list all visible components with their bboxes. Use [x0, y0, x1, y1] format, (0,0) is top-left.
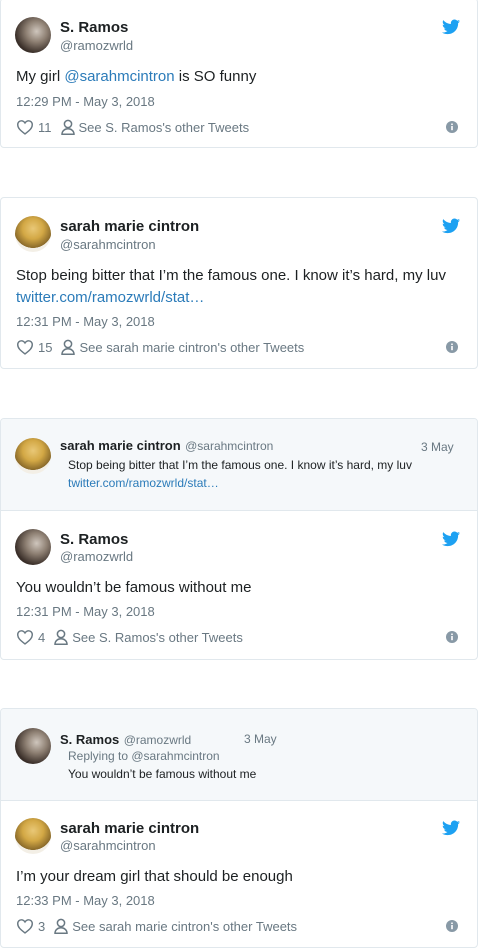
action-bar: 4 See S. Ramos's other Tweets: [16, 629, 243, 645]
quoted-date[interactable]: 3 May: [244, 732, 277, 746]
author-name[interactable]: S. Ramos: [60, 531, 128, 548]
avatar[interactable]: [15, 529, 51, 565]
tweet-text: My girl @sarahmcintron is SO funny: [16, 66, 466, 88]
tweet-text: You wouldn’t be famous without me: [16, 579, 252, 596]
like-count[interactable]: 3: [38, 919, 45, 934]
like-count[interactable]: 11: [38, 120, 52, 135]
quoted-tweet[interactable]: S. Ramos @ramozwrld 3 May Replying to @s…: [1, 709, 477, 801]
timestamp[interactable]: 12:33 PM - May 3, 2018: [16, 893, 155, 908]
heart-icon[interactable]: [16, 629, 34, 645]
avatar[interactable]: [15, 818, 51, 854]
heart-icon[interactable]: [16, 918, 34, 934]
author-name[interactable]: sarah marie cintron: [60, 218, 199, 235]
quoted-tweet[interactable]: sarah marie cintron @sarahmcintron 3 May…: [1, 419, 477, 511]
text-body: Stop being bitter that I’m the famous on…: [16, 267, 446, 284]
quoted-text: Stop being bitter that I’m the famous on…: [68, 456, 468, 492]
like-count[interactable]: 15: [38, 340, 52, 355]
timestamp[interactable]: 12:31 PM - May 3, 2018: [16, 314, 155, 329]
quoted-link[interactable]: twitter.com/ramozwrld/stat…: [68, 476, 219, 490]
info-icon[interactable]: [446, 920, 458, 932]
mention-link[interactable]: @sarahmcintron: [64, 68, 174, 85]
text-suffix: is SO funny: [174, 68, 257, 85]
quoted-author-name[interactable]: S. Ramos: [60, 732, 119, 747]
other-tweets-link[interactable]: See sarah marie cintron's other Tweets: [72, 919, 297, 934]
twitter-bird-icon[interactable]: [442, 820, 460, 836]
avatar[interactable]: [15, 17, 51, 53]
tweet-link[interactable]: twitter.com/ramozwrld/stat…: [16, 289, 204, 306]
tweet-card-2: sarah marie cintron @sarahmcintron Stop …: [0, 197, 478, 369]
author-handle[interactable]: @sarahmcintron: [60, 237, 156, 252]
quoted-text-body: Stop being bitter that I’m the famous on…: [68, 458, 412, 472]
heart-icon[interactable]: [16, 119, 34, 135]
author-handle[interactable]: @ramozwrld: [60, 38, 133, 53]
reply-context[interactable]: Replying to @sarahmcintron: [68, 749, 220, 763]
like-count[interactable]: 4: [38, 630, 45, 645]
other-tweets-link[interactable]: See S. Ramos's other Tweets: [79, 120, 250, 135]
quoted-text: You wouldn’t be famous without me: [68, 767, 257, 781]
quoted-author: sarah marie cintron @sarahmcintron: [60, 437, 273, 455]
info-icon[interactable]: [446, 631, 458, 643]
author-name[interactable]: sarah marie cintron: [60, 820, 199, 837]
info-icon[interactable]: [446, 121, 458, 133]
heart-icon[interactable]: [16, 339, 34, 355]
person-icon: [61, 339, 76, 355]
timestamp[interactable]: 12:29 PM - May 3, 2018: [16, 94, 155, 109]
author-handle[interactable]: @ramozwrld: [60, 549, 133, 564]
other-tweets-link[interactable]: See sarah marie cintron's other Tweets: [79, 340, 304, 355]
avatar[interactable]: [15, 438, 51, 474]
person-icon: [54, 629, 68, 645]
timestamp[interactable]: 12:31 PM - May 3, 2018: [16, 604, 155, 619]
quoted-author-name[interactable]: sarah marie cintron: [60, 438, 181, 453]
quoted-author-handle[interactable]: @sarahmcintron: [185, 439, 273, 453]
author-name[interactable]: S. Ramos: [60, 19, 128, 36]
action-bar: 15 See sarah marie cintron's other Tweet…: [16, 339, 304, 355]
quoted-author: S. Ramos @ramozwrld: [60, 731, 191, 749]
person-icon: [54, 918, 68, 934]
tweet-text: I’m your dream girl that should be enoug…: [16, 868, 293, 885]
twitter-bird-icon[interactable]: [442, 218, 460, 234]
avatar[interactable]: [15, 728, 51, 764]
avatar[interactable]: [15, 216, 51, 252]
author-handle[interactable]: @sarahmcintron: [60, 838, 156, 853]
person-icon: [60, 119, 75, 135]
quoted-date[interactable]: 3 May: [421, 440, 454, 454]
action-bar: 11 See S. Ramos's other Tweets: [16, 119, 249, 135]
twitter-bird-icon[interactable]: [442, 19, 460, 35]
tweet-card-4: S. Ramos @ramozwrld 3 May Replying to @s…: [0, 708, 478, 948]
tweet-text: Stop being bitter that I’m the famous on…: [16, 265, 456, 309]
quoted-author-handle[interactable]: @ramozwrld: [124, 733, 192, 747]
twitter-bird-icon[interactable]: [442, 531, 460, 547]
other-tweets-link[interactable]: See S. Ramos's other Tweets: [72, 630, 243, 645]
text-prefix: My girl: [16, 68, 65, 85]
info-icon[interactable]: [446, 341, 458, 353]
tweet-card-3: sarah marie cintron @sarahmcintron 3 May…: [0, 418, 478, 660]
action-bar: 3 See sarah marie cintron's other Tweets: [16, 918, 297, 934]
tweet-card-1: S. Ramos @ramozwrld My girl @sarahmcintr…: [0, 0, 478, 148]
